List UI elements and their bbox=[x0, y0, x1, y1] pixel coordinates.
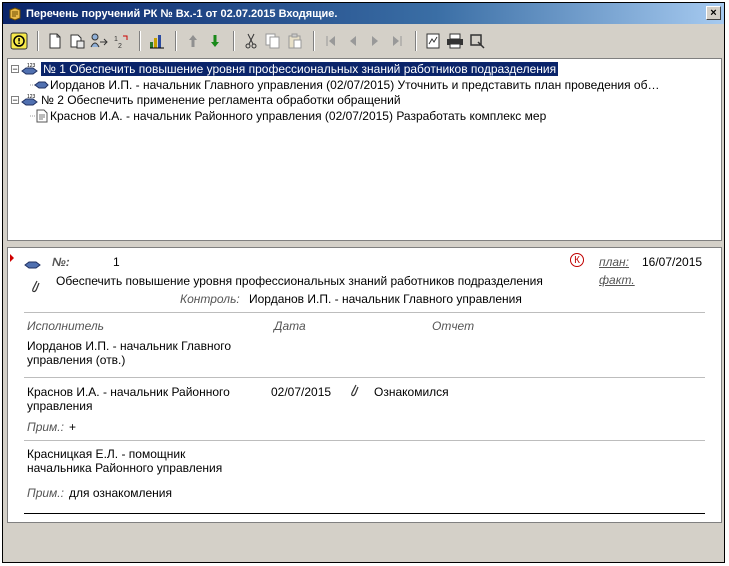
executor-date: 02/07/2015 bbox=[271, 385, 332, 399]
cut-icon[interactable] bbox=[241, 31, 261, 51]
tree-node-label: Краснов И.А. - начальник Районного управ… bbox=[50, 109, 547, 123]
tree-node-label: № 1 Обеспечить повышение уровня професси… bbox=[41, 62, 559, 76]
task-text: Обеспечить повышение уровня профессионал… bbox=[56, 274, 543, 288]
executor-name: Краснов И.А. - начальник Районного bbox=[27, 385, 230, 399]
control-value: Иорданов И.П. - начальник Главного управ… bbox=[249, 292, 522, 306]
toolbar-separator bbox=[233, 30, 235, 51]
assignment-icon: 123 bbox=[21, 63, 38, 75]
toolbar-separator bbox=[139, 30, 141, 51]
tree-node[interactable]: − 123 № 2 Обеспечить применение регламен… bbox=[11, 92, 401, 108]
info-icon[interactable] bbox=[9, 31, 29, 51]
tree-node[interactable]: − 123 № 1 Обеспечить повышение уровня пр… bbox=[11, 61, 559, 77]
svg-text:2: 2 bbox=[118, 43, 122, 49]
plan-date: 16/07/2015 bbox=[642, 255, 703, 269]
paperclip-icon[interactable] bbox=[30, 279, 40, 293]
collapse-icon[interactable]: − bbox=[11, 96, 19, 105]
status-area bbox=[3, 523, 724, 562]
plan-label[interactable]: план: bbox=[599, 255, 629, 269]
copy-icon[interactable] bbox=[263, 31, 283, 51]
toolbar-separator bbox=[175, 30, 177, 51]
number-value: 1 bbox=[113, 255, 120, 269]
select-icon[interactable] bbox=[467, 31, 487, 51]
executor-name-cont: управления (отв.) bbox=[27, 353, 126, 367]
executor-row: Красницкая Е.Л. - помощник начальника Ра… bbox=[27, 447, 222, 475]
column-date: Дата bbox=[274, 319, 306, 333]
note-label: Прим.: bbox=[27, 420, 64, 434]
number-label: №: bbox=[52, 255, 70, 269]
assignment-icon bbox=[30, 81, 49, 89]
prev-icon[interactable] bbox=[343, 31, 363, 51]
toolbar: 12 bbox=[3, 25, 724, 56]
arrow-down-icon[interactable] bbox=[205, 31, 225, 51]
divider bbox=[24, 312, 705, 313]
tree-node-label: Иорданов И.П. - начальник Главного управ… bbox=[50, 78, 660, 92]
save-doc-icon[interactable] bbox=[67, 31, 87, 51]
last-icon[interactable] bbox=[387, 31, 407, 51]
bottom-rule bbox=[24, 513, 705, 514]
assignments-window: Перечень поручений РК № Вх.-1 от 02.07.2… bbox=[2, 2, 725, 563]
divider bbox=[24, 440, 705, 441]
title-bar: Перечень поручений РК № Вх.-1 от 02.07.2… bbox=[3, 3, 724, 24]
toolbar-separator bbox=[37, 30, 39, 51]
control-label: Контроль: bbox=[180, 292, 240, 306]
tree-node-label: № 2 Обеспечить применение регламента обр… bbox=[41, 93, 401, 107]
first-icon[interactable] bbox=[321, 31, 341, 51]
executor-name-cont: управления bbox=[27, 399, 93, 413]
sort-icon[interactable]: 12 bbox=[111, 31, 131, 51]
fact-label[interactable]: факт. bbox=[599, 273, 635, 287]
window-title: Перечень поручений РК № Вх.-1 от 02.07.2… bbox=[26, 7, 338, 20]
document-icon bbox=[30, 109, 48, 123]
assignment-icon bbox=[24, 261, 41, 269]
note-value: + bbox=[69, 420, 77, 434]
print-icon[interactable] bbox=[445, 31, 465, 51]
column-executor: Исполнитель bbox=[27, 319, 104, 333]
note-label: Прим.: bbox=[27, 486, 64, 500]
executor-row: Иорданов И.П. - начальник Главного управ… bbox=[27, 339, 231, 367]
tree-node[interactable]: Краснов И.А. - начальник Районного управ… bbox=[30, 108, 546, 124]
note-value: для ознакомления bbox=[69, 486, 172, 500]
svg-text:1: 1 bbox=[114, 36, 118, 43]
executor-name: Красницкая Е.Л. - помощник bbox=[27, 447, 186, 461]
next-icon[interactable] bbox=[365, 31, 385, 51]
executor-name-cont: начальника Районного управления bbox=[27, 461, 223, 475]
tree-node[interactable]: Иорданов И.П. - начальник Главного управ… bbox=[30, 77, 659, 93]
chart-icon[interactable] bbox=[147, 31, 167, 51]
executor-report: Ознакомился bbox=[374, 385, 449, 399]
control-flag-icon: К bbox=[570, 253, 584, 267]
toolbar-separator bbox=[415, 30, 417, 51]
toolbar-separator bbox=[313, 30, 315, 51]
assignment-detail-panel: №: 1 К план: 16/07/2015 факт. Обеспечить… bbox=[7, 247, 722, 523]
report-icon[interactable] bbox=[423, 31, 443, 51]
paperclip-icon[interactable] bbox=[349, 383, 359, 397]
assign-icon[interactable] bbox=[89, 31, 109, 51]
paste-icon[interactable] bbox=[285, 31, 305, 51]
executor-name: Иорданов И.П. - начальник Главного bbox=[27, 339, 232, 353]
column-report: Отчет bbox=[432, 319, 475, 333]
collapse-icon[interactable]: − bbox=[11, 65, 19, 74]
assignments-tree[interactable]: − 123 № 1 Обеспечить повышение уровня пр… bbox=[7, 58, 722, 241]
executor-row: Краснов И.А. - начальник Районного управ… bbox=[27, 385, 230, 413]
current-record-arrow-icon bbox=[10, 254, 14, 262]
close-button[interactable]: × bbox=[706, 6, 721, 20]
divider bbox=[24, 377, 705, 378]
assignment-icon: 123 bbox=[21, 94, 38, 106]
new-doc-icon[interactable] bbox=[45, 31, 65, 51]
arrow-up-icon[interactable] bbox=[183, 31, 203, 51]
app-icon bbox=[9, 6, 21, 21]
